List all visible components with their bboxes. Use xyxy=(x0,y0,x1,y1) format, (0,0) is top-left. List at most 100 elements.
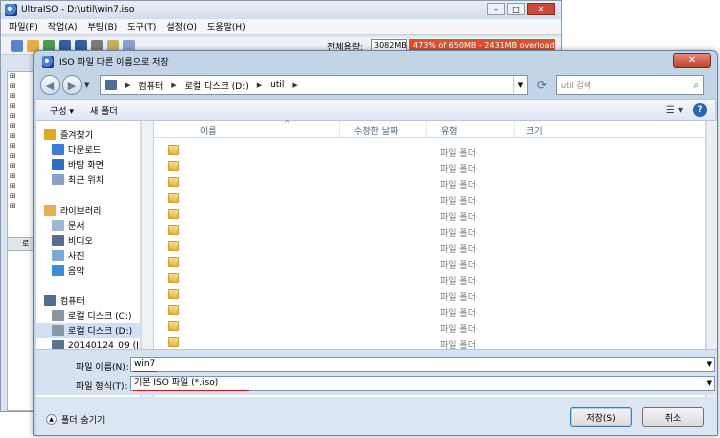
breadcrumb-chevron-icon: ▶ xyxy=(125,81,131,89)
search-input[interactable]: util 검색 ⌕ xyxy=(556,75,704,95)
recent-pages-dropdown[interactable]: ▼ xyxy=(84,81,94,89)
folder-row[interactable]: 파일 폴더 xyxy=(154,287,705,303)
hide-folders-toggle[interactable]: ▲ 폴더 숨기기 xyxy=(46,413,105,426)
maximize-button[interactable]: □ xyxy=(507,3,525,15)
menu-actions[interactable]: 작업(A) xyxy=(48,20,78,33)
nav-item[interactable]: 문서 xyxy=(36,218,85,233)
tree-expander-icon[interactable]: ⊞ xyxy=(8,102,36,112)
nav-item[interactable]: 최근 위치 xyxy=(36,172,104,187)
tree-expander-icon[interactable]: ⊞ xyxy=(8,82,36,92)
documents-icon xyxy=(52,220,64,231)
close-button[interactable]: ✕ xyxy=(527,3,555,15)
nav-item[interactable]: 사진 xyxy=(36,248,85,263)
folder-row[interactable]: 파일 폴더 xyxy=(154,143,705,159)
folder-icon xyxy=(168,289,179,299)
tree-expander-icon[interactable]: ⊞ xyxy=(8,122,36,132)
folder-row[interactable]: 파일 폴더 xyxy=(154,159,705,175)
address-bar[interactable]: ▶ 컴퓨터 ▶ 로컬 디스크 (D:) ▶ util ▶ ▼ xyxy=(100,75,528,95)
nav-item[interactable]: 음악 xyxy=(36,263,85,278)
hide-folders-label: 폴더 숨기기 xyxy=(61,416,106,426)
help-icon[interactable]: ? xyxy=(693,103,707,117)
tree-expander-icon[interactable]: ⊞ xyxy=(8,182,36,192)
tree-expander-icon[interactable]: ⊞ xyxy=(8,132,36,142)
nav-item-label: 로컬 디스크 (C:) xyxy=(68,312,132,322)
address-dropdown-icon[interactable]: ▼ xyxy=(513,76,527,94)
folder-row[interactable]: 파일 폴더 xyxy=(154,223,705,239)
menu-bootable[interactable]: 부팅(B) xyxy=(88,20,118,33)
column-date-modified[interactable]: 수정한 날짜 xyxy=(354,124,398,137)
ultraiso-window-controls: – □ ✕ xyxy=(487,3,555,15)
folder-row[interactable]: 파일 폴더 xyxy=(154,175,705,191)
column-type[interactable]: 유형 xyxy=(441,124,458,137)
nav-item[interactable]: 비디오 xyxy=(36,233,93,248)
column-name[interactable]: 이름 xyxy=(200,124,217,137)
minimize-button[interactable]: – xyxy=(487,3,505,15)
tree-expander-icon[interactable]: ⊞ xyxy=(8,92,36,102)
organize-button[interactable]: 구성 ▾ xyxy=(50,104,74,117)
tree-expander-icon[interactable]: ⊞ xyxy=(8,142,36,152)
command-bar: 구성 ▾ 새 폴더 ☰ ▾ ? xyxy=(36,99,715,121)
folder-row[interactable]: 파일 폴더 xyxy=(154,207,705,223)
nav-item[interactable]: 바탕 화면 xyxy=(36,157,104,172)
tree-expander-icon[interactable]: ⊞ xyxy=(8,72,36,82)
column-size[interactable]: 크기 xyxy=(526,124,543,137)
breadcrumb-chevron-icon: ▶ xyxy=(292,81,298,89)
folder-type: 파일 폴더 xyxy=(440,181,476,191)
ultraiso-title: UltraISO - D:\util\win7.iso xyxy=(21,5,135,15)
refresh-button[interactable]: ⟳ xyxy=(532,75,552,95)
view-options-icon[interactable]: ☰ ▾ xyxy=(666,105,683,116)
tree-expander-icon[interactable]: ⊞ xyxy=(8,152,36,162)
drive-d-icon xyxy=(52,325,64,336)
back-button[interactable]: ◀ xyxy=(40,75,60,95)
nav-item-label: 음악 xyxy=(68,267,85,277)
filename-underline xyxy=(133,371,157,372)
back-arrow-icon: ◀ xyxy=(45,78,55,92)
folder-row[interactable]: 파일 폴더 xyxy=(154,239,705,255)
folder-icon xyxy=(168,225,179,235)
music-icon xyxy=(52,265,64,276)
tree-expander-icon[interactable]: ⊞ xyxy=(8,162,36,172)
forward-button[interactable]: ▶ xyxy=(62,75,82,95)
menu-file[interactable]: 파일(F) xyxy=(9,20,38,33)
filetype-select[interactable]: 기본 ISO 파일 (*.iso) ▼ xyxy=(130,376,715,391)
breadcrumb-computer[interactable]: 컴퓨터 xyxy=(138,79,163,92)
save-button[interactable]: 저장(S) xyxy=(570,407,632,427)
new-folder-button[interactable]: 새 폴더 xyxy=(90,104,118,117)
dialog-close-button[interactable]: ✕ xyxy=(673,53,711,68)
nav-item[interactable]: 다운로드 xyxy=(36,142,101,157)
folder-row[interactable]: 파일 폴더 xyxy=(154,191,705,207)
folder-row[interactable]: 파일 폴더 xyxy=(154,303,705,319)
new-icon[interactable] xyxy=(11,39,23,52)
filename-dropdown-icon[interactable]: ▼ xyxy=(707,358,712,371)
nav-item[interactable]: 컴퓨터 xyxy=(36,293,85,308)
nav-item-label: 라이브러리 xyxy=(60,207,102,217)
download-folder-icon xyxy=(52,144,64,155)
folder-row[interactable]: 파일 폴더 xyxy=(154,319,705,335)
dialog-app-icon xyxy=(42,55,54,68)
navigation-row: ◀ ▶ ▼ ▶ 컴퓨터 ▶ 로컬 디스크 (D:) ▶ util ▶ ▼ ⟳ u… xyxy=(40,73,713,97)
folder-icon xyxy=(168,321,179,331)
filename-value: win7 xyxy=(134,359,156,369)
breadcrumb-drive-d[interactable]: 로컬 디스크 (D:) xyxy=(185,79,249,92)
nav-item-label: 컴퓨터 xyxy=(60,297,85,307)
breadcrumb-util[interactable]: util xyxy=(270,80,284,90)
menu-tools[interactable]: 도구(T) xyxy=(127,20,156,33)
folder-row[interactable]: 파일 폴더 xyxy=(154,255,705,271)
menu-options[interactable]: 설정(O) xyxy=(166,20,197,33)
nav-item-label: 사진 xyxy=(68,252,85,262)
nav-item[interactable]: 즐겨찾기 xyxy=(36,127,93,142)
filename-input[interactable]: win7 ▼ xyxy=(130,357,715,372)
nav-item[interactable]: 라이브러리 xyxy=(36,203,101,218)
tree-expander-icon[interactable]: ⊞ xyxy=(8,112,36,122)
nav-item[interactable]: 로컬 디스크 (D:) xyxy=(36,323,140,338)
tree-expander-icon[interactable]: ⊞ xyxy=(8,172,36,182)
search-placeholder: util 검색 xyxy=(561,80,591,90)
cancel-button[interactable]: 취소 xyxy=(642,407,704,427)
folder-row[interactable]: 파일 폴더 xyxy=(154,271,705,287)
tree-expander-icon[interactable]: ⊞ xyxy=(8,202,36,212)
filetype-value: 기본 ISO 파일 (*.iso) xyxy=(134,378,219,388)
nav-item[interactable]: 로컬 디스크 (C:) xyxy=(36,308,131,323)
filetype-dropdown-icon[interactable]: ▼ xyxy=(707,377,712,390)
tree-expander-icon[interactable]: ⊞ xyxy=(8,192,36,202)
menu-help[interactable]: 도움말(H) xyxy=(207,20,246,33)
